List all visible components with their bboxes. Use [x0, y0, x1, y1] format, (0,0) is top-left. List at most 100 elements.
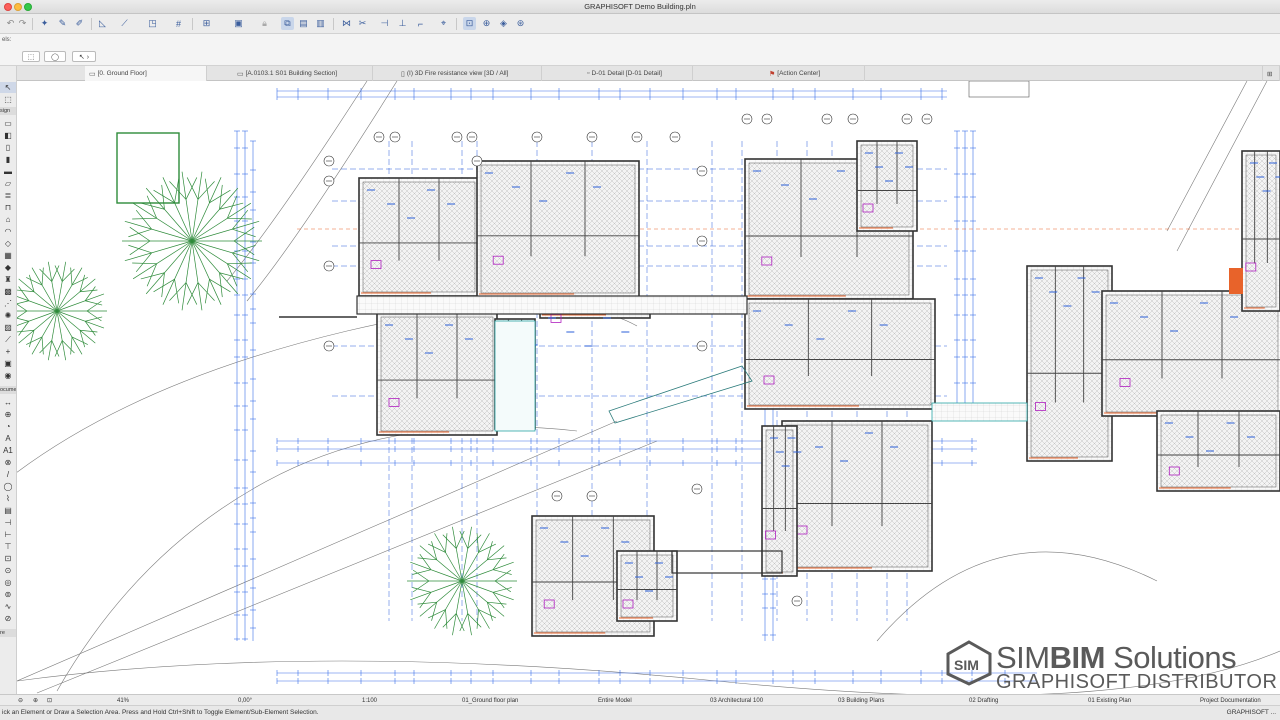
polyline-tool-icon[interactable]: ⌇	[0, 493, 16, 504]
tab-detail[interactable]: ▫ D-01 Detail [D-01 Detail]	[583, 66, 693, 81]
level-dimension-tool-icon[interactable]: ⊕	[0, 409, 16, 420]
curtain-wall-tool-icon[interactable]: ▦	[0, 250, 16, 261]
align-icon[interactable]: ▥	[314, 17, 327, 30]
structure-display-selector[interactable]: Entire Model	[598, 696, 632, 705]
tree-canopy	[17, 329, 35, 333]
worksheet-tool-icon[interactable]: ⊡	[0, 553, 16, 564]
tab-3d-fire-resistance[interactable]: ▯ (I) 3D Fire resistance view [3D / All]	[397, 66, 542, 81]
renovation-filter-selector[interactable]: 01 Existing Plan	[1088, 696, 1131, 705]
pen-set-selector[interactable]: 03 Architectural 100	[710, 696, 763, 705]
arrow-tool-options[interactable]: ↖ ›	[72, 51, 96, 62]
floor-plan-canvas[interactable]: SIM SIMBIM Solutions GRAPHISOFT DISTRIBU…	[17, 81, 1280, 694]
interior-elevation-tool-icon[interactable]: ⊤	[0, 541, 16, 552]
3d-view-icon[interactable]: ◈	[497, 17, 510, 30]
line-tool-icon[interactable]: ⟋	[0, 334, 16, 345]
arrange-icon[interactable]: ▤	[297, 17, 310, 30]
trim-icon[interactable]: ✂	[356, 17, 369, 30]
drawing-tool-icon[interactable]: ▤	[0, 505, 16, 516]
arrow-tool-icon[interactable]: ↖	[0, 82, 16, 93]
graphic-override-selector[interactable]: Project Documentation	[1200, 696, 1261, 705]
lock-icon[interactable]: 🔒︎	[258, 17, 271, 30]
skylight-tool-icon[interactable]: ◇	[0, 238, 16, 249]
detail-tool-icon[interactable]: ⊙	[0, 565, 16, 576]
navigator-icon[interactable]: ⊛	[514, 17, 527, 30]
tree-canopy	[79, 289, 98, 293]
elevation-tool-icon[interactable]: ⊢	[0, 529, 16, 540]
tab-building-section[interactable]: ▭ [A.0103.1 S01 Building Section]	[233, 66, 373, 81]
magic-wand-icon[interactable]: ✦	[38, 17, 51, 30]
mesh-tool-icon[interactable]: ⋰	[0, 298, 16, 309]
label-tool-icon[interactable]: A1	[0, 445, 16, 456]
section-tool-icon[interactable]: ⊣	[0, 517, 16, 528]
column-tool-icon[interactable]: ▮	[0, 154, 16, 165]
adjust-icon[interactable]: ⊣	[378, 17, 391, 30]
orange-marker[interactable]	[1229, 268, 1243, 294]
change-tool-icon[interactable]: ◎	[0, 577, 16, 588]
tab-action-center[interactable]: ⚑ [Action Center]	[765, 66, 865, 81]
layer-combination-selector[interactable]: 01_Ground floor plan	[462, 696, 518, 705]
zone-stamp-tool-icon[interactable]: ⊗	[0, 457, 16, 468]
inject-icon[interactable]: ✐	[73, 17, 86, 30]
roof-tool-icon[interactable]: ⌂	[0, 214, 16, 225]
zoom-in-icon[interactable]: ⊕	[33, 696, 38, 705]
stair-tool-icon[interactable]: ≣	[0, 190, 16, 201]
window-tool-icon[interactable]: ▯	[0, 142, 16, 153]
shell-tool-icon[interactable]: ◠	[0, 226, 16, 237]
marquee-tool-icon[interactable]: ⬚	[0, 94, 16, 105]
tree-canopy	[431, 602, 438, 621]
figure-tool-icon[interactable]: ▣	[0, 358, 16, 369]
wall-tool-icon[interactable]: ▭	[0, 118, 16, 129]
redo-icon[interactable]: ↷	[16, 17, 29, 30]
pick-up-icon[interactable]: ✎	[56, 17, 69, 30]
tree-canopy	[129, 240, 151, 256]
hotspot-tool-icon[interactable]: +	[0, 346, 16, 357]
dimension-standard-selector[interactable]: 02 Drafting	[969, 696, 998, 705]
trace-icon[interactable]: ◳	[146, 17, 159, 30]
intersect-icon[interactable]: ⊥	[396, 17, 409, 30]
morph-tool-icon[interactable]: ◆	[0, 262, 16, 273]
hotlink-tool-icon[interactable]: ⊘	[0, 613, 16, 624]
zone-tool-icon[interactable]: ▩	[0, 286, 16, 297]
snap-guides-icon[interactable]: ◺	[96, 17, 109, 30]
camera-tool-icon[interactable]: ◉	[0, 370, 16, 381]
split-icon[interactable]: ⋈	[340, 17, 353, 30]
railing-tool-icon[interactable]: ⊓	[0, 202, 16, 213]
dimension-tool-icon[interactable]: ↔	[0, 397, 16, 408]
guide-lines-icon[interactable]: ⟋	[118, 17, 131, 30]
section-marker-icon[interactable]: ⊕	[480, 17, 493, 30]
text-tool-icon[interactable]: A	[0, 433, 16, 444]
offset-icon[interactable]: ⌖	[437, 17, 450, 30]
tab-overflow-button[interactable]: ⊞	[1262, 66, 1280, 81]
fillet-icon[interactable]: ⌐	[414, 17, 427, 30]
zoom-out-icon[interactable]: ⊖	[18, 696, 23, 705]
arc-tool-icon[interactable]: ◯	[0, 481, 16, 492]
tree-canopy	[17, 300, 29, 305]
beam-tool-icon[interactable]: ▬	[0, 166, 16, 177]
spline-tool-icon[interactable]: ∿	[0, 601, 16, 612]
model-view-selector[interactable]: 03 Building Plans	[838, 696, 884, 705]
tab-ground-floor[interactable]: ▭ [0. Ground Floor]	[85, 66, 207, 81]
group-icon[interactable]: ▣	[232, 17, 245, 30]
grid-tool-icon[interactable]: ⊚	[0, 589, 16, 600]
layers-icon[interactable]: ⊞	[200, 17, 213, 30]
selection-settings-button[interactable]: ⬚	[22, 51, 40, 62]
zoom-level[interactable]: 41%	[117, 696, 129, 705]
tab-label: (I) 3D Fire resistance view [3D / All]	[406, 70, 509, 77]
lamp-tool-icon[interactable]: ✺	[0, 310, 16, 321]
door-tool-icon[interactable]: ◧	[0, 130, 16, 141]
slab-tool-icon[interactable]: ▱	[0, 178, 16, 189]
object-tool-icon[interactable]: ♜	[0, 274, 16, 285]
zoom-fit-icon[interactable]: ⊡	[463, 17, 476, 30]
tree-canopy	[85, 300, 103, 306]
line-2d-tool-icon[interactable]: /	[0, 469, 16, 480]
orientation-angle[interactable]: 0,00°	[238, 696, 252, 705]
selection-method-button[interactable]: ◯	[44, 51, 66, 62]
fit-window-icon[interactable]: ⊡	[47, 696, 52, 705]
tree-canopy	[185, 282, 198, 305]
fill-tool-icon[interactable]: ▨	[0, 322, 16, 333]
radial-dimension-tool-icon[interactable]: ◔	[0, 421, 16, 432]
grid-snap-icon[interactable]: #	[172, 17, 185, 30]
floor-plan-drawing[interactable]	[17, 81, 1280, 694]
scale-selector[interactable]: 1:100	[362, 696, 377, 705]
suspend-groups-icon[interactable]: ⧉	[281, 17, 294, 30]
